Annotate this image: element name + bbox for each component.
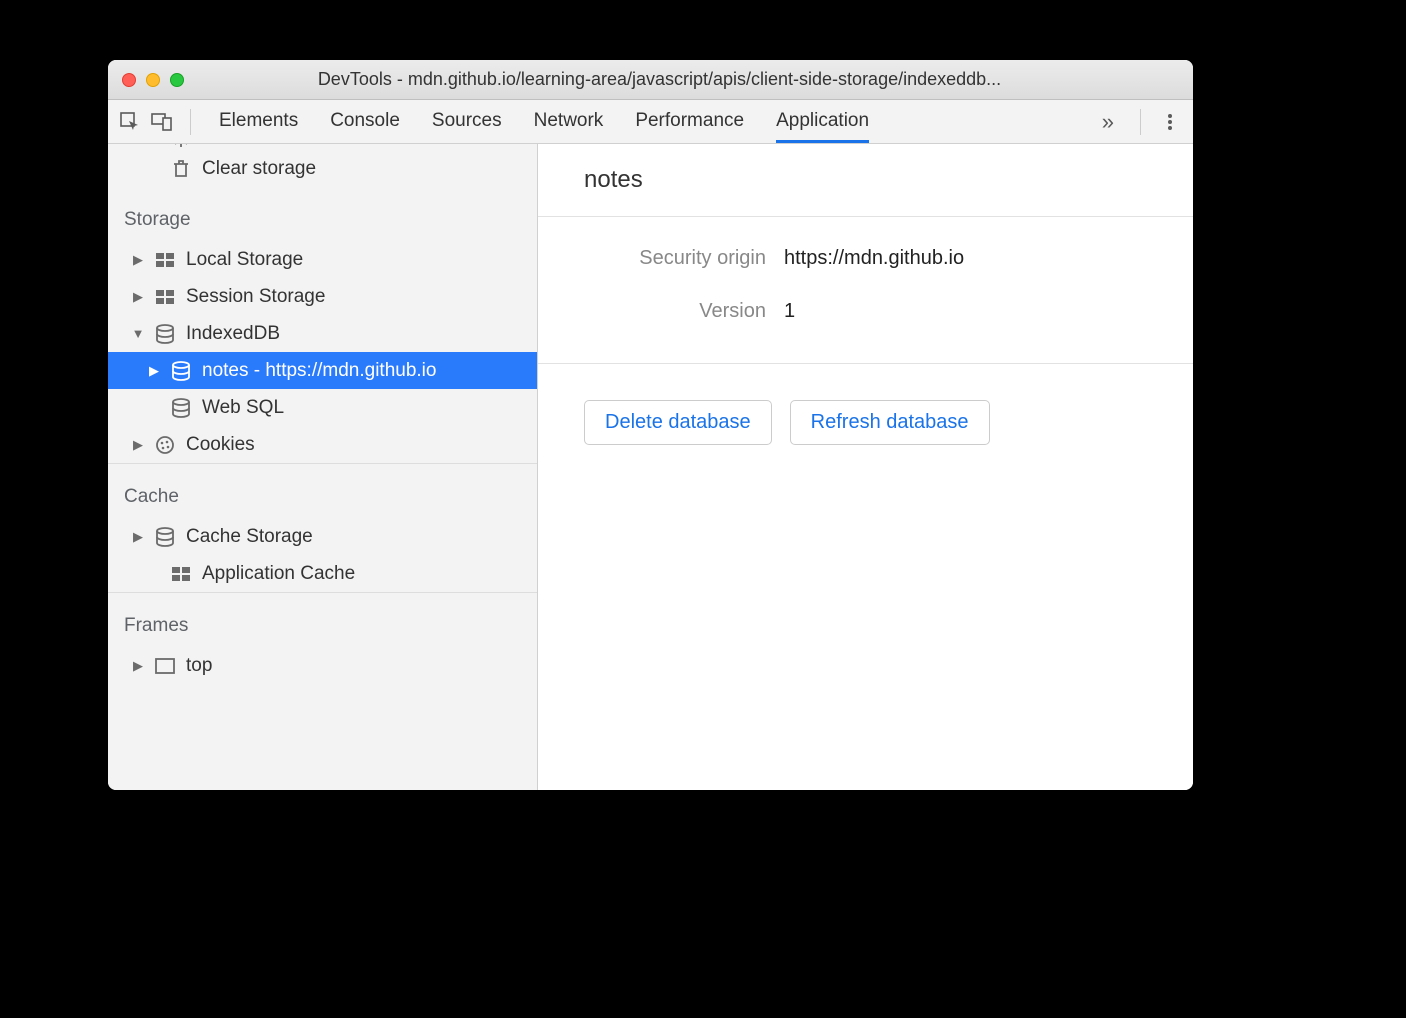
tab-application[interactable]: Application [776,101,869,143]
chevron-right-icon: ▶ [132,437,144,453]
version-row: Version 1 [584,300,1147,323]
sidebar-item-label: Local Storage [186,249,303,271]
tab-network[interactable]: Network [534,101,604,143]
sidebar-item-session-storage[interactable]: ▶ Session Storage [108,278,537,315]
application-sidebar: Service Workers Clear storage Storage ▶ … [108,144,538,790]
gear-icon [170,144,192,149]
sidebar-item-web-sql[interactable]: Web SQL [108,389,537,426]
sidebar-item-cache-storage[interactable]: ▶ Cache Storage [108,518,537,555]
version-label: Version [584,300,784,323]
devtools-menu-icon[interactable] [1157,112,1183,132]
database-icon [154,323,176,345]
grid-icon [170,563,192,585]
database-title: notes [538,144,1193,217]
sidebar-item-label: IndexedDB [186,323,280,345]
toolbar-separator [190,109,191,135]
sidebar-item-local-storage[interactable]: ▶ Local Storage [108,241,537,278]
tab-console[interactable]: Console [330,101,400,143]
database-icon [170,360,192,382]
toolbar-separator [1140,109,1141,135]
chevron-right-icon: ▶ [132,289,144,305]
window-title: DevTools - mdn.github.io/learning-area/j… [140,69,1179,90]
chevron-right-icon: ▶ [132,252,144,268]
chevron-right-icon: ▶ [132,529,144,545]
security-origin-value: https://mdn.github.io [784,247,964,270]
grid-icon [154,286,176,308]
devtools-toolbar: Elements Console Sources Network Perform… [108,100,1193,144]
frame-icon [154,655,176,677]
sidebar-section-storage: Storage [108,199,537,241]
chevron-right-icon: ▶ [148,363,160,379]
sidebar-item-label: Clear storage [202,158,316,180]
refresh-database-button[interactable]: Refresh database [790,400,990,445]
sidebar-item-label: Cookies [186,434,255,456]
database-info: Security origin https://mdn.github.io Ve… [538,217,1193,364]
titlebar: DevTools - mdn.github.io/learning-area/j… [108,60,1193,100]
tabs-overflow-icon[interactable]: » [1092,109,1124,135]
devtools-window: DevTools - mdn.github.io/learning-area/j… [108,60,1193,790]
chevron-right-icon: ▶ [132,658,144,674]
sidebar-item-label: Web SQL [202,397,284,419]
sidebar-item-cookies[interactable]: ▶ Cookies [108,426,537,463]
panel-body: Service Workers Clear storage Storage ▶ … [108,144,1193,790]
sidebar-section-cache: Cache [108,463,537,518]
security-origin-row: Security origin https://mdn.github.io [584,247,1147,270]
close-window-button[interactable] [122,73,136,87]
sidebar-item-application-cache[interactable]: Application Cache [108,555,537,592]
sidebar-item-label: Application Cache [202,563,355,585]
sidebar-item-top-frame[interactable]: ▶ top [108,647,537,684]
cookie-icon [154,434,176,456]
sidebar-item-indexeddb[interactable]: ▼ IndexedDB [108,315,537,352]
sidebar-section-frames: Frames [108,592,537,647]
sidebar-item-label: Cache Storage [186,526,313,548]
delete-database-button[interactable]: Delete database [584,400,772,445]
tab-sources[interactable]: Sources [432,101,502,143]
version-value: 1 [784,300,795,323]
database-actions: Delete database Refresh database [538,364,1193,481]
sidebar-item-indexeddb-notes[interactable]: ▶ notes - https://mdn.github.io [108,352,537,389]
grid-icon [154,249,176,271]
sidebar-item-label: top [186,655,212,677]
database-icon [154,526,176,548]
sidebar-item-label: Session Storage [186,286,325,308]
security-origin-label: Security origin [584,247,784,270]
tab-elements[interactable]: Elements [219,101,298,143]
sidebar-item-label: notes - https://mdn.github.io [202,360,436,382]
chevron-down-icon: ▼ [132,326,144,341]
sidebar-item-label: Service Workers [202,144,341,149]
inspect-element-icon[interactable] [118,110,142,134]
main-panel: notes Security origin https://mdn.github… [538,144,1193,790]
trash-icon [170,158,192,180]
sidebar-item-clear-storage[interactable]: Clear storage [108,150,537,187]
panel-tabs: Elements Console Sources Network Perform… [219,101,1084,143]
device-toggle-icon[interactable] [150,110,174,134]
tab-performance[interactable]: Performance [635,101,744,143]
database-icon [170,397,192,419]
